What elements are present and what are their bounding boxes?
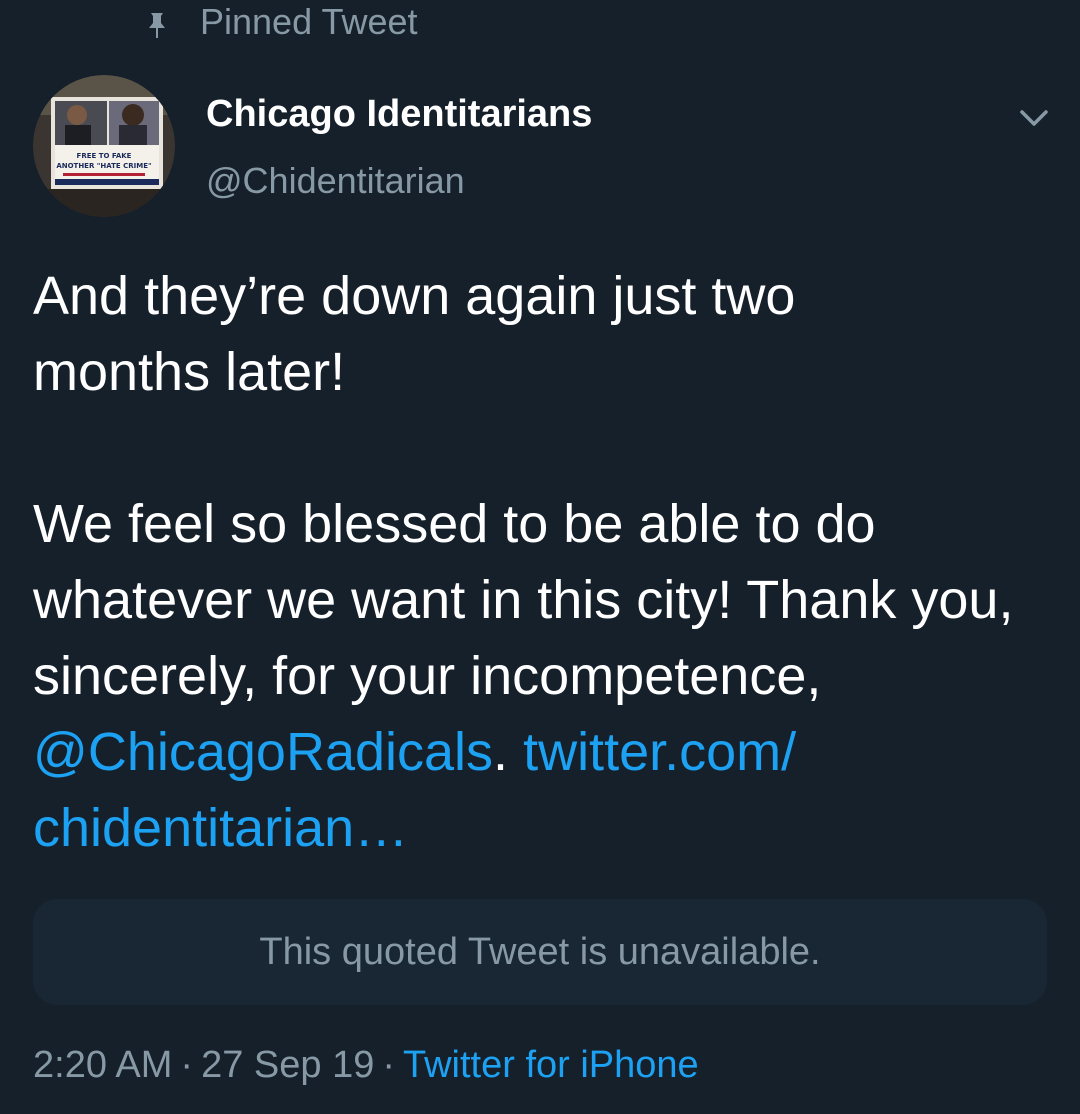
tweet-source-link[interactable]: Twitter for iPhone <box>403 1044 699 1086</box>
svg-text:ANOTHER "HATE CRIME": ANOTHER "HATE CRIME" <box>56 162 151 170</box>
author-name[interactable]: Chicago Identitarians <box>206 93 592 136</box>
meta-separator: · <box>180 1044 194 1086</box>
meta-separator: · <box>382 1044 395 1086</box>
chevron-down-icon[interactable] <box>1014 98 1054 138</box>
url-link-part2[interactable]: chidentitarian… <box>33 798 408 858</box>
pinned-tweet-label: Pinned Tweet <box>200 1 418 42</box>
tweet-line: And they’re down again just two <box>33 266 796 326</box>
tweet-text: And they’re down again just two months l… <box>33 258 1053 866</box>
mention-link[interactable]: @ChicagoRadicals <box>33 722 493 782</box>
tweet-detail-page: Pinned Tweet FREE TO FAKE ANOTHER "HATE … <box>0 0 1080 1114</box>
svg-text:FREE TO FAKE: FREE TO FAKE <box>77 152 132 160</box>
tweet-paragraph-text: We feel so blessed to be able to do what… <box>33 494 1014 706</box>
url-link-part1[interactable]: twitter.com/ <box>523 722 796 782</box>
pinned-tweet-indicator: Pinned Tweet <box>142 0 418 44</box>
quoted-tweet-unavailable-text: This quoted Tweet is unavailable. <box>259 930 821 973</box>
avatar[interactable]: FREE TO FAKE ANOTHER "HATE CRIME" <box>33 75 175 217</box>
pin-icon <box>142 7 172 38</box>
tweet-punctuation: . <box>493 722 509 782</box>
tweet-date: 27 Sep 19 <box>201 1044 375 1086</box>
author-handle[interactable]: @Chidentitarian <box>206 160 465 202</box>
quoted-tweet-unavailable: This quoted Tweet is unavailable. <box>33 899 1047 1005</box>
tweet-meta: 2:20 AM · 27 Sep 19 · Twitter for iPhone <box>33 1044 699 1087</box>
tweet-time: 2:20 AM <box>33 1044 173 1086</box>
tweet-paragraph: We feel so blessed to be able to do what… <box>33 486 1053 866</box>
tweet-line: months later! <box>33 342 346 402</box>
